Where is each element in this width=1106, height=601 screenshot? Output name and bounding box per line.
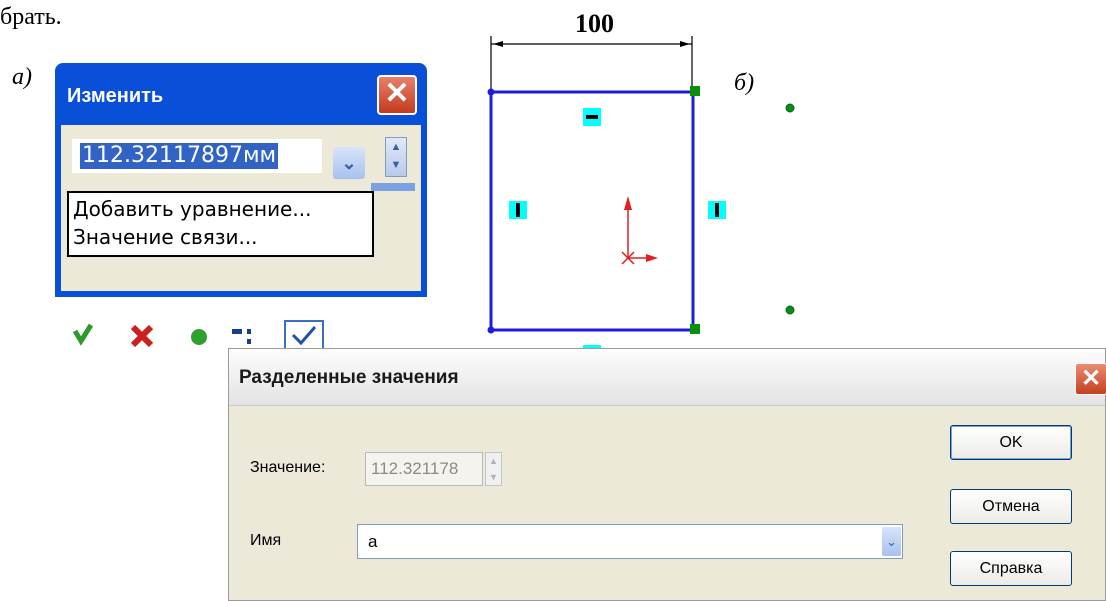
linked-values-titlebar: Разделенные значения ✕	[229, 349, 1106, 406]
top-text: брать.	[0, 4, 62, 30]
close-icon[interactable]: ✕	[377, 75, 417, 115]
value-field: 112.321178	[365, 452, 483, 486]
corner-point	[487, 88, 495, 96]
name-combobox[interactable]: a	[357, 524, 903, 559]
close-icon[interactable]: ✕	[1075, 363, 1106, 395]
figure-label-b: б)	[734, 70, 755, 96]
modify-dialog: Изменить ✕ 112.32117897мм ⌄ ▲ ▼ Добавить…	[55, 63, 427, 352]
cancel-icon[interactable]	[130, 324, 154, 348]
value-spinner: ▲ ▼	[485, 452, 502, 486]
chevron-down-icon[interactable]: ⌄	[333, 147, 365, 179]
linked-values-dialog: Разделенные значения ✕ Значение: 112.321…	[228, 348, 1106, 601]
sketch-point	[785, 103, 795, 113]
scroll-stripe	[371, 183, 415, 191]
cancel-button[interactable]: Отмена	[950, 489, 1072, 524]
corner-handle	[690, 86, 700, 96]
sketch-point	[785, 305, 795, 315]
dimension-label: 100	[575, 9, 614, 38]
spin-button[interactable]: ▲ ▼	[385, 137, 407, 177]
ok-button[interactable]: OK	[950, 425, 1072, 460]
sketch-canvas[interactable]: 100	[470, 0, 810, 360]
linked-values-title: Разделенные значения	[239, 367, 459, 388]
dimension-100[interactable]: 100	[490, 9, 693, 92]
menu-item-link-value[interactable]: Значение связи...	[73, 225, 258, 249]
corner-handle	[690, 324, 700, 334]
dimension-value-input[interactable]: 112.32117897мм	[72, 139, 322, 173]
corner-point	[487, 326, 495, 334]
help-button[interactable]: Справка	[950, 551, 1072, 586]
chevron-down-icon[interactable]: ⌄	[882, 527, 901, 556]
origin-icon	[621, 196, 658, 265]
reverse-icon[interactable]	[232, 329, 251, 344]
vertical-relation-icon	[509, 201, 527, 219]
vertical-relation-icon	[708, 201, 726, 219]
horizontal-relation-icon	[583, 108, 601, 126]
dimension-value-text: 112.32117897мм	[80, 143, 279, 169]
dimension-context-menu: Добавить уравнение... Значение связи...	[67, 191, 374, 257]
figure-label-a: а)	[12, 64, 32, 90]
rebuild-icon[interactable]	[191, 329, 207, 345]
checkbox-icon[interactable]	[284, 320, 324, 352]
value-label: Значение:	[250, 459, 326, 476]
check-icon[interactable]	[72, 323, 94, 346]
modify-dialog-title: Изменить	[67, 85, 164, 107]
menu-item-add-equation[interactable]: Добавить уравнение...	[73, 197, 311, 221]
name-label: Имя	[250, 532, 282, 549]
